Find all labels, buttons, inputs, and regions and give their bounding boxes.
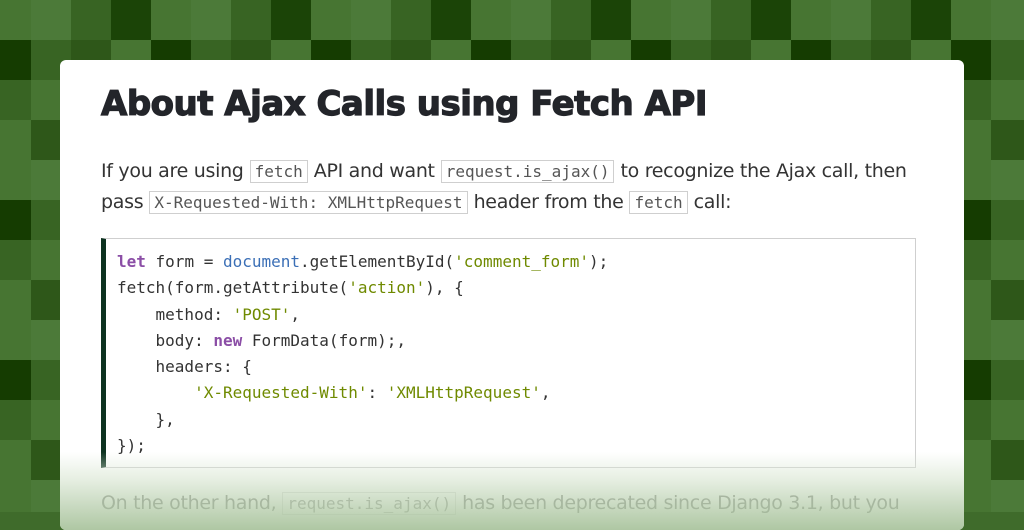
code-block: let form = document.getElementById('comm… — [101, 238, 916, 468]
background-tile — [0, 240, 31, 280]
background-tile — [751, 0, 791, 40]
background-tile — [711, 0, 751, 40]
background-tile — [631, 0, 671, 40]
code-text: ); — [589, 252, 609, 271]
code-text: ), { — [425, 278, 464, 298]
code-line: }); — [117, 433, 915, 459]
code-text: fetch(form.getAttribute( — [117, 278, 349, 298]
code-keyword: let — [117, 252, 146, 271]
code-line: fetch(form.getAttribute('action'), { — [117, 275, 915, 301]
background-tile — [391, 0, 431, 40]
background-tile — [0, 440, 31, 480]
article-card: About Ajax Calls using Fetch API If you … — [60, 60, 964, 530]
code-line: 'X-Requested-With': 'XMLHttpRequest', — [117, 380, 915, 406]
code-keyword: new — [213, 330, 243, 350]
code-text: }, — [117, 409, 175, 429]
background-tile — [311, 0, 351, 40]
background-tile — [71, 0, 111, 40]
background-tile — [951, 0, 991, 40]
code-string: 'X-Requested-With' — [194, 383, 368, 403]
code-text: FormData(form);, — [242, 330, 406, 350]
code-line: body: new FormData(form);, — [117, 328, 915, 354]
intro-text-2: API and want — [313, 160, 435, 182]
background-tile — [0, 280, 31, 320]
background-tile — [0, 360, 31, 400]
background-tile — [791, 0, 831, 40]
outro-paragraph: On the other hand, request.is_ajax() has b… — [101, 488, 931, 519]
background-tile — [271, 0, 311, 40]
code-text: }); — [117, 436, 146, 456]
background-tile — [0, 80, 31, 120]
code-string: 'XMLHttpRequest' — [386, 383, 541, 403]
background-tile — [591, 0, 631, 40]
background-tile — [511, 0, 551, 40]
code-builtin: document — [222, 252, 301, 271]
background-tile — [431, 0, 471, 40]
background-tile — [0, 120, 31, 160]
background-tile — [991, 160, 1024, 200]
inline-code-header: X-Requested-With: XMLHttpRequest — [149, 191, 468, 214]
background-tile — [471, 0, 511, 40]
background-tile — [671, 0, 711, 40]
background-tile — [911, 0, 951, 40]
background-tile — [991, 240, 1024, 280]
background-tile — [0, 400, 31, 440]
outro-text-1: On the other hand, — [101, 492, 277, 514]
background-tile — [991, 280, 1024, 320]
code-text: headers: { — [117, 357, 252, 377]
background-tile — [991, 40, 1024, 80]
background-tile — [151, 0, 191, 40]
code-line: method: 'POST', — [117, 302, 915, 328]
intro-paragraph: If you are using fetch API and want request… — [101, 156, 931, 218]
code-text: .getElementById( — [300, 252, 455, 271]
background-tile — [991, 0, 1024, 40]
background-tile — [191, 0, 231, 40]
code-text: , — [290, 304, 301, 324]
code-line: let form = document.getElementById('comm… — [117, 249, 915, 275]
background-tile — [31, 0, 71, 40]
background-tile — [991, 320, 1024, 360]
code-text: form = — [145, 252, 223, 271]
background-tile — [551, 0, 591, 40]
code-text: : — [367, 383, 387, 403]
inline-code-is-ajax: request.is_ajax() — [440, 160, 615, 183]
background-tile — [0, 0, 31, 40]
background-tile — [991, 80, 1024, 120]
code-text: body: — [117, 330, 214, 350]
page-title: About Ajax Calls using Fetch API — [100, 83, 708, 124]
background-tile — [991, 200, 1024, 240]
outro-text-2: has been deprecated since Django 3.1, bu… — [462, 492, 900, 514]
code-line: headers: { — [117, 354, 915, 380]
background-tile — [831, 0, 871, 40]
code-string: 'comment_form' — [454, 252, 590, 271]
code-text: , — [540, 383, 551, 403]
code-text: method: — [117, 304, 233, 324]
inline-code-fetch: fetch — [249, 160, 308, 183]
background-tile — [991, 440, 1024, 480]
code-line: }, — [117, 407, 915, 433]
background-tile — [991, 360, 1024, 400]
intro-text-4: header from the — [473, 191, 624, 213]
background-tile — [991, 400, 1024, 440]
background-tile — [111, 0, 151, 40]
background-tile — [0, 320, 31, 360]
intro-text-5: call: — [693, 191, 732, 213]
background-tile — [0, 200, 31, 240]
background-tile — [231, 0, 271, 40]
code-string: 'POST' — [232, 304, 291, 324]
background-tile — [0, 480, 31, 512]
background-tile — [0, 160, 31, 200]
inline-code-fetch-2: fetch — [629, 191, 688, 214]
background-tile — [351, 0, 391, 40]
background-tile — [0, 40, 31, 80]
background-tile — [991, 480, 1024, 512]
code-string: 'action' — [348, 278, 426, 298]
background-tile — [991, 120, 1024, 160]
background-tile — [871, 0, 911, 40]
intro-text-1: If you are using — [101, 160, 244, 182]
